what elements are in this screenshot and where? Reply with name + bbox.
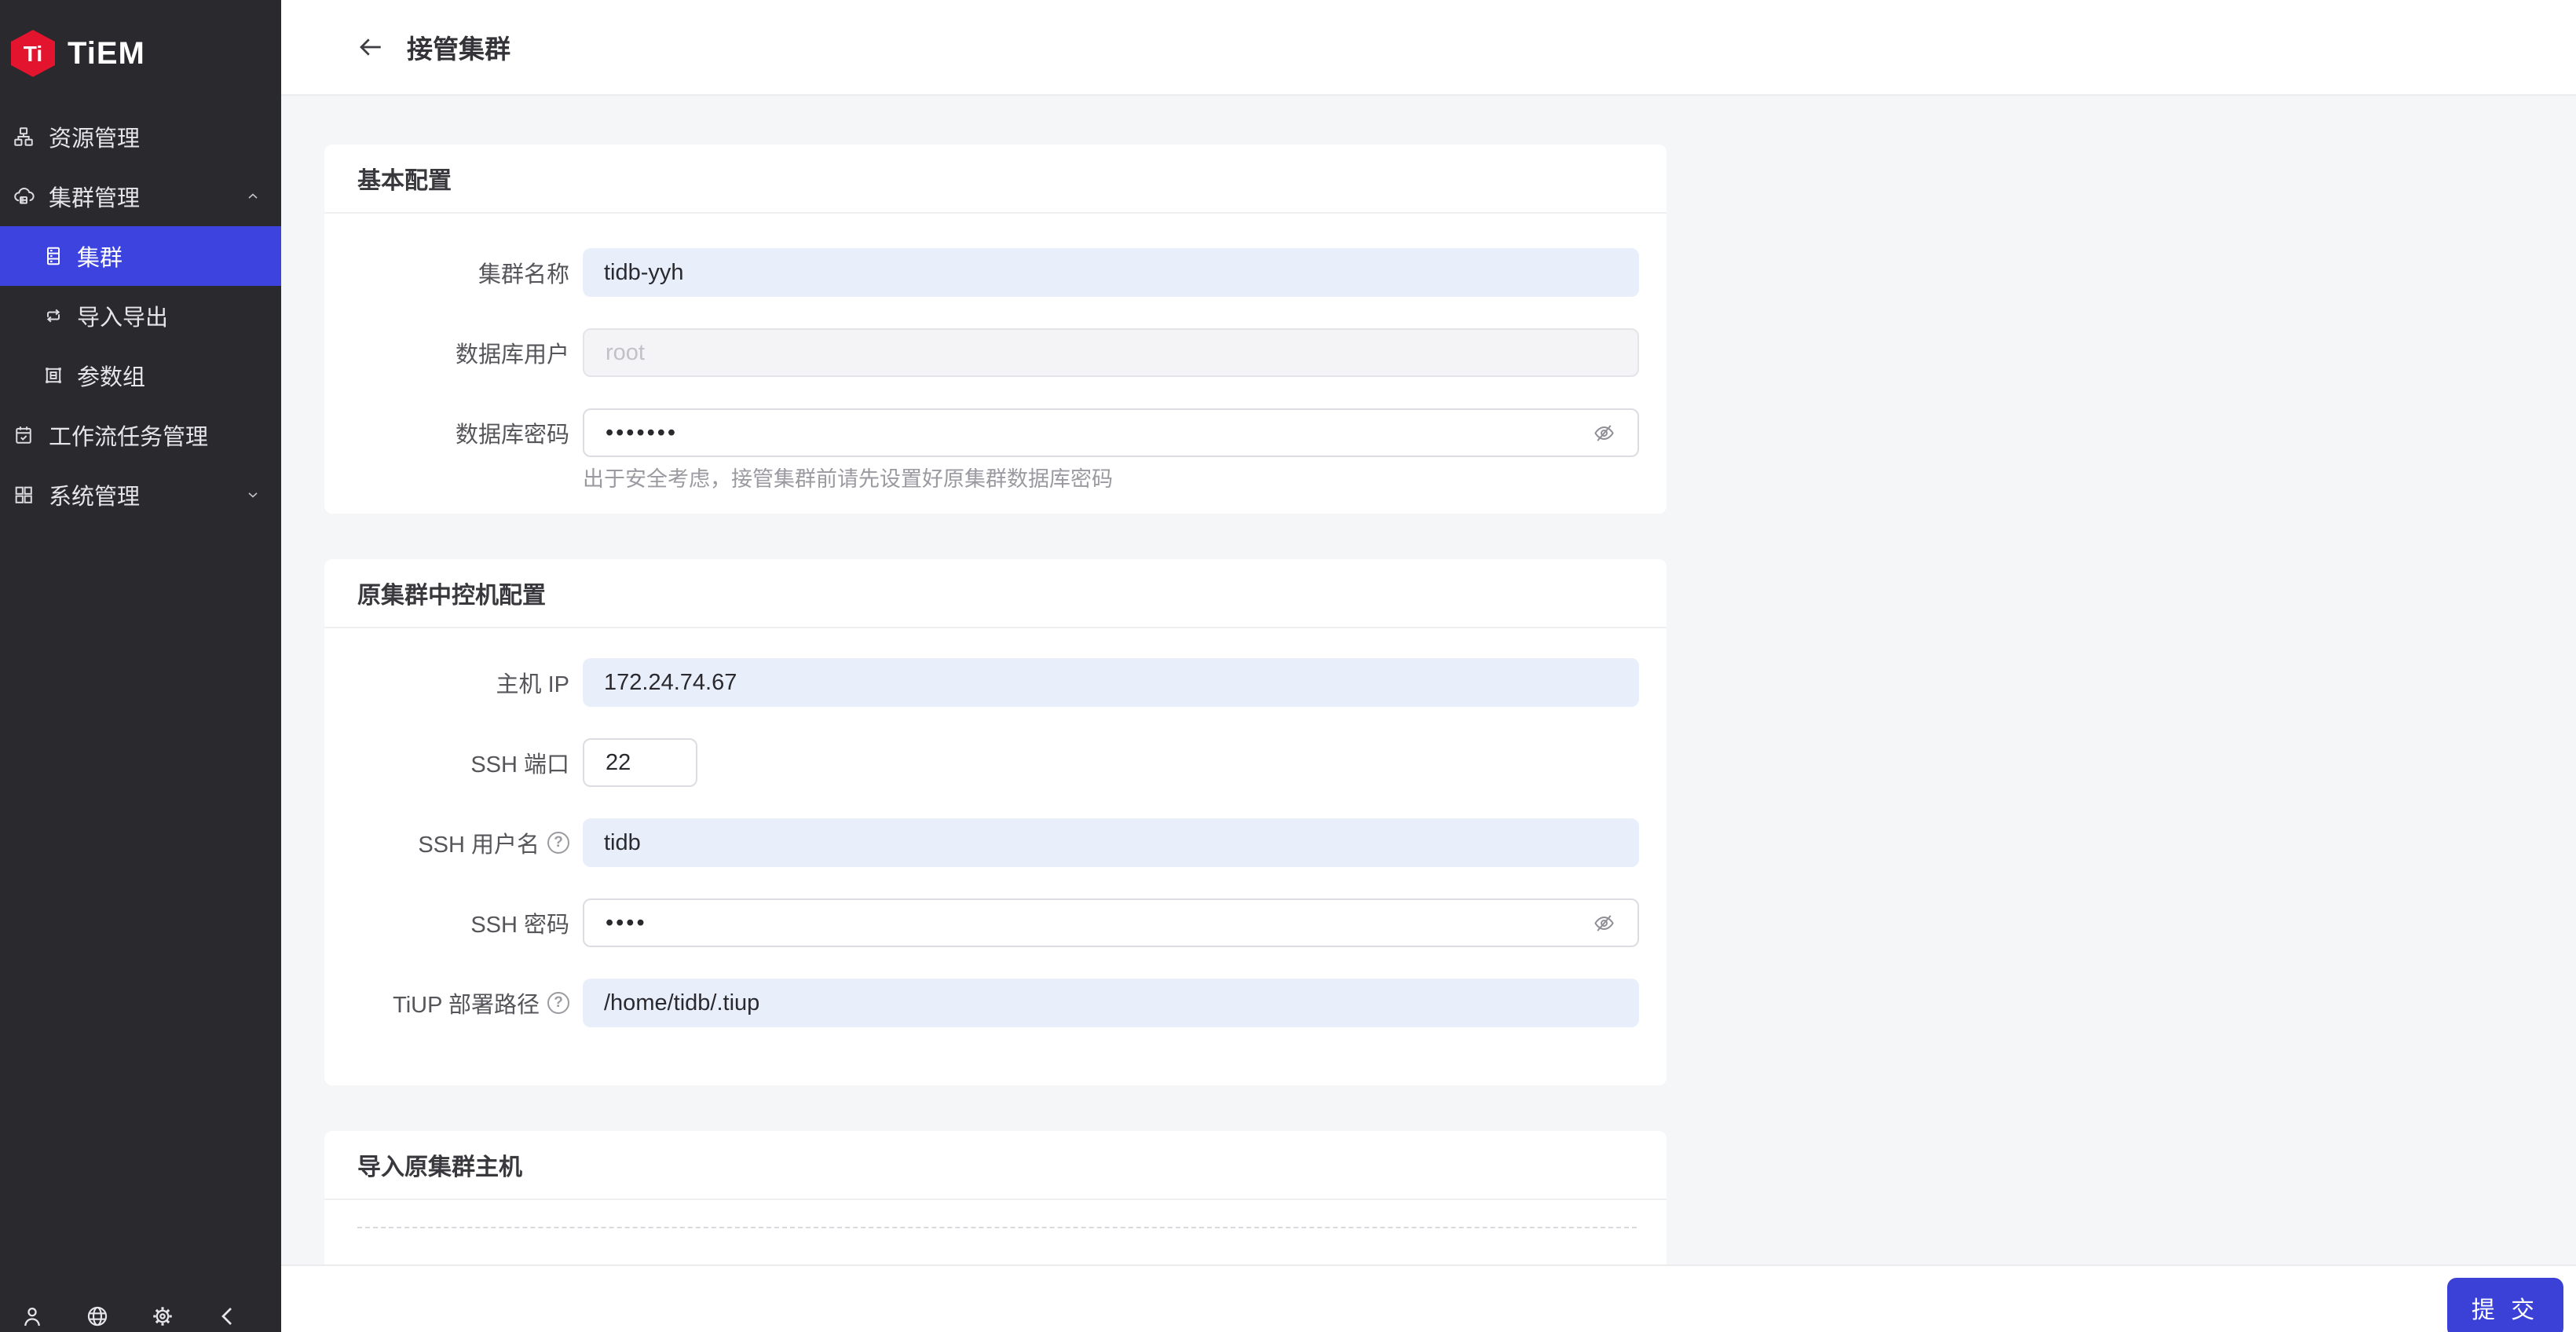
cluster-icon: [42, 245, 64, 267]
sidebar-item-label: 参数组: [77, 365, 146, 390]
sidebar-item-label: 集群管理: [49, 186, 141, 211]
upload-area-top-border: [357, 1227, 1637, 1228]
eye-invisible-icon[interactable]: [1592, 911, 1616, 935]
globe-icon[interactable]: [85, 1304, 110, 1329]
cluster-name-input[interactable]: [604, 259, 1618, 286]
sidebar-item-import-export[interactable]: 导入导出: [0, 286, 281, 346]
card-control-machine: 原集群中控机配置 主机 IP SSH 端口 SSH 用户: [324, 559, 1667, 1085]
cluster-name-label: 集群名称: [478, 262, 569, 287]
sidebar-item-label: 导入导出: [77, 306, 169, 331]
submit-button[interactable]: 提 交: [2447, 1278, 2563, 1332]
cluster-name-field[interactable]: [583, 248, 1639, 297]
ssh-password-field[interactable]: [583, 898, 1639, 947]
help-circle-icon[interactable]: ?: [547, 832, 569, 854]
page-title: 接管集群: [407, 35, 510, 64]
ssh-user-input[interactable]: [604, 829, 1618, 856]
card-basic-config: 基本配置 集群名称 数据库用户 数据库密码: [324, 145, 1667, 514]
brand-logo: Ti TiEM: [0, 0, 281, 107]
collapse-sidebar-icon[interactable]: [215, 1304, 240, 1329]
chevron-down-icon[interactable]: [245, 487, 261, 503]
page-header: 接管集群: [281, 0, 2576, 96]
db-user-label: 数据库用户: [455, 342, 569, 368]
section-title-control-machine: 原集群中控机配置: [357, 583, 546, 609]
sidebar-item-parameter-group[interactable]: 参数组: [0, 346, 281, 405]
section-title-import-hosts: 导入原集群主机: [357, 1155, 522, 1180]
host-ip-input[interactable]: [604, 669, 1618, 696]
system-icon: [13, 484, 35, 506]
db-user-field: [583, 328, 1639, 377]
host-ip-field[interactable]: [583, 658, 1639, 707]
host-ip-label: 主机 IP: [496, 672, 569, 697]
sidebar-item-label: 系统管理: [49, 485, 141, 510]
sidebar-item-label: 集群: [77, 246, 123, 271]
parameter-group-icon: [42, 364, 64, 386]
ssh-user-field[interactable]: [583, 818, 1639, 867]
tiem-hexagon-logo-icon: Ti: [11, 30, 55, 77]
sidebar-footer: [20, 1304, 240, 1329]
sidebar-menu: 资源管理 集群管理 集群 导入导出 参数组 工作流任务管理 系统管理: [0, 107, 281, 525]
sidebar-item-label: 资源管理: [49, 126, 141, 152]
sidebar-item-cluster-management[interactable]: 集群管理: [0, 166, 281, 226]
back-arrow-icon[interactable]: [357, 33, 385, 61]
db-password-label: 数据库密码: [455, 423, 569, 448]
chevron-up-icon[interactable]: [245, 188, 261, 204]
db-password-field[interactable]: [583, 408, 1639, 457]
logo-glyph: Ti: [24, 42, 42, 66]
user-icon[interactable]: [20, 1304, 45, 1329]
ssh-port-label: SSH 端口: [470, 752, 569, 778]
db-password-hint: 出于安全考虑，接管集群前请先设置好原集群数据库密码: [583, 467, 1113, 491]
gear-icon[interactable]: [150, 1304, 175, 1329]
sidebar-item-system[interactable]: 系统管理: [0, 465, 281, 525]
tiup-path-label: TiUP 部署路径 ?: [324, 986, 569, 1019]
cluster-management-icon: [13, 185, 35, 207]
content: 基本配置 集群名称 数据库用户 数据库密码: [281, 96, 2576, 1326]
sidebar-item-label: 工作流任务管理: [49, 425, 209, 450]
tiup-path-field[interactable]: [583, 979, 1639, 1027]
db-password-input[interactable]: [606, 419, 1592, 446]
main-area: 接管集群 基本配置 集群名称 数据库用户: [281, 0, 2576, 1332]
resources-icon: [13, 126, 35, 148]
section-title-basic-config: 基本配置: [357, 168, 452, 194]
ssh-user-label: SSH 用户名 ?: [324, 826, 569, 859]
eye-invisible-icon[interactable]: [1592, 421, 1616, 445]
ssh-password-label: SSH 密码: [470, 913, 569, 938]
brand-name: TiEM: [68, 35, 145, 71]
help-circle-icon[interactable]: ?: [547, 992, 569, 1014]
sidebar-item-workflow[interactable]: 工作流任务管理: [0, 405, 281, 465]
sidebar-item-resources[interactable]: 资源管理: [0, 107, 281, 166]
workflow-icon: [13, 424, 35, 446]
ssh-port-field[interactable]: [583, 738, 697, 787]
bottom-action-bar: 提 交: [281, 1264, 2576, 1332]
sidebar-item-cluster[interactable]: 集群: [0, 226, 281, 286]
ssh-password-input[interactable]: [606, 909, 1592, 936]
db-user-input: [606, 339, 1616, 366]
tiup-path-input[interactable]: [604, 990, 1618, 1016]
ssh-port-input[interactable]: [606, 749, 675, 776]
import-export-icon: [42, 305, 64, 327]
sidebar: Ti TiEM 资源管理 集群管理 集群 导入导出 参数组 工作流任务管理 系统…: [0, 0, 281, 1332]
